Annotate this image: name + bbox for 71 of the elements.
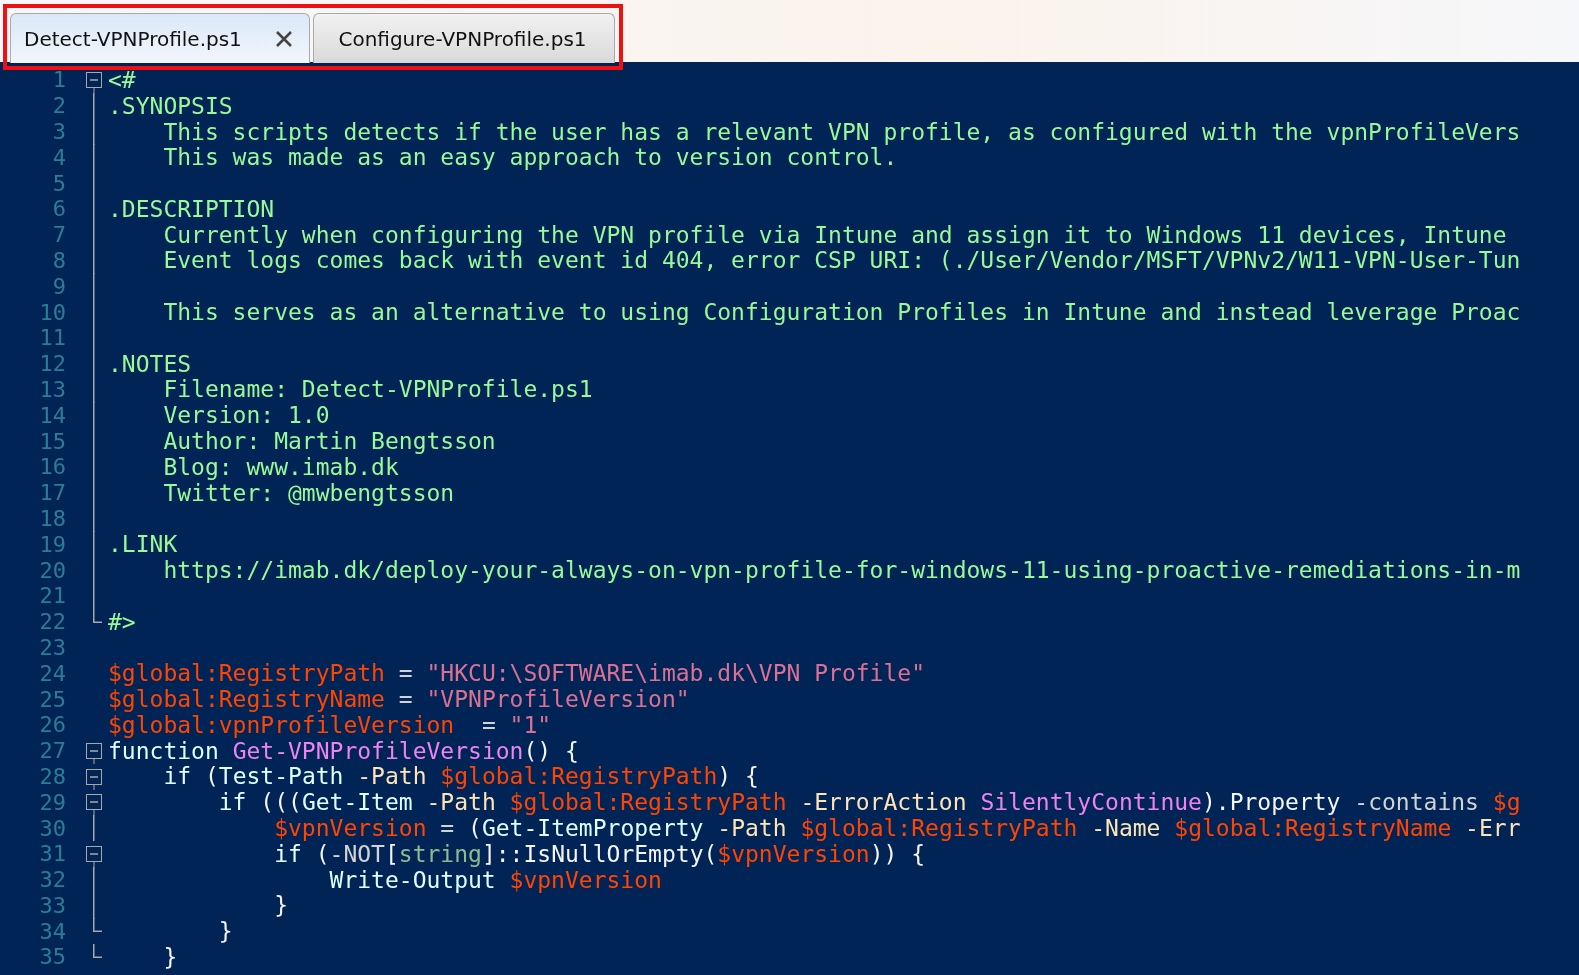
code-line: Event logs comes back with event id 404, error CSP URI: (./User/Vendor/MSFT/VPNv2/W11-VPN-User-Tun bbox=[162, 247, 1521, 274]
line-number: 21 bbox=[38, 583, 66, 609]
code-line: #> bbox=[108, 608, 136, 635]
code-line: if (((Get-Item -Path $global:RegistryPath -ErrorAction SilentlyContinue).Property -contains $g bbox=[217, 789, 1521, 816]
line-number: 11 bbox=[38, 325, 66, 351]
line-number: 3 bbox=[51, 119, 66, 144]
code-line: if (Test-Path -Path $global:RegistryPath) { bbox=[162, 763, 759, 790]
line-number: 6 bbox=[51, 196, 66, 222]
code-line: } bbox=[273, 892, 288, 919]
line-number: 25 bbox=[38, 686, 66, 712]
line-number: 16 bbox=[38, 454, 66, 480]
line-number: 26 bbox=[38, 712, 66, 738]
line-number: 29 bbox=[38, 789, 66, 815]
code-line: This scripts detects if the user has a relevant VPN profile, as configured with the vpnProfileVers bbox=[162, 118, 1521, 145]
code-line: <# bbox=[108, 66, 136, 93]
line-number: 32 bbox=[38, 867, 66, 893]
code-line: function Get-VPNProfileVersion() { bbox=[108, 737, 579, 764]
line-number: 5 bbox=[51, 170, 66, 196]
fold-end-line bbox=[93, 918, 102, 933]
file-tab[interactable]: Configure-VPNProfile.ps1 bbox=[313, 13, 615, 63]
line-number: 17 bbox=[38, 480, 66, 506]
code-line: .SYNOPSIS bbox=[108, 92, 233, 119]
line-number: 23 bbox=[38, 634, 66, 660]
code-line: $global:RegistryName = "VPNProfileVersion" bbox=[108, 686, 690, 713]
code-line: } bbox=[217, 918, 233, 945]
line-number: 27 bbox=[38, 738, 66, 764]
code-line: This serves as an alternative to using Configuration Profiles in Intune and instead leverage Proac bbox=[162, 299, 1521, 326]
line-number: 33 bbox=[38, 892, 66, 918]
code-line: if (-NOT[string]::IsNullOrEmpty($vpnVersion)) { bbox=[273, 840, 926, 867]
code-line: .DESCRIPTION bbox=[108, 195, 275, 222]
line-number: 18 bbox=[38, 505, 66, 531]
line-number: 14 bbox=[38, 402, 66, 428]
close-icon[interactable] bbox=[275, 29, 293, 48]
code-line: Author: Martin Bengtsson bbox=[162, 428, 496, 455]
code-line: .LINK bbox=[108, 531, 178, 558]
code-line: Filename: Detect-VPNProfile.ps1 bbox=[162, 376, 593, 403]
code-line: $vpnVersion = (Get-ItemProperty -Path $global:RegistryPath -Name $global:RegistryName -Err bbox=[273, 815, 1521, 841]
line-number: 28 bbox=[38, 763, 66, 789]
code-line: $global:RegistryPath = "HKCU:\SOFTWARE\imab.dk\VPN Profile" bbox=[108, 660, 925, 687]
code-line: .NOTES bbox=[108, 350, 192, 377]
line-number: 24 bbox=[38, 660, 66, 686]
fold-line bbox=[93, 815, 95, 842]
line-number: 10 bbox=[38, 299, 66, 325]
line-number: 2 bbox=[51, 93, 66, 119]
fold-end-line bbox=[93, 608, 102, 623]
line-number: 22 bbox=[38, 609, 66, 635]
code-line: $global:vpnProfileVersion = "1" bbox=[108, 711, 552, 738]
line-number: 19 bbox=[38, 531, 66, 557]
code-line: Currently when configuring the VPN profile via Intune and assign it to Windows 11 devices, Intune bbox=[162, 221, 1507, 248]
line-number: 4 bbox=[51, 144, 66, 170]
line-number: 9 bbox=[51, 273, 66, 299]
code-line: Blog: www.imab.dk bbox=[162, 453, 399, 480]
file-tab[interactable]: Detect-VPNProfile.ps1 bbox=[10, 13, 310, 63]
code-line: Twitter: @mwbengtsson bbox=[162, 479, 455, 506]
fold-end-line bbox=[93, 944, 102, 959]
line-number: 13 bbox=[38, 376, 66, 402]
line-number: 31 bbox=[38, 841, 66, 867]
line-number: 7 bbox=[51, 222, 66, 248]
line-number: 35 bbox=[38, 944, 66, 970]
code-line: https://imab.dk/deploy-your-always-on-vpn-profile-for-windows-11-using-proactive-remediations-in-m bbox=[162, 557, 1521, 584]
line-number: 8 bbox=[51, 247, 66, 273]
line-number: 34 bbox=[38, 918, 66, 944]
line-number: 12 bbox=[38, 351, 66, 377]
code-line: } bbox=[162, 944, 178, 970]
line-number: 20 bbox=[38, 557, 66, 583]
line-number: 15 bbox=[38, 428, 66, 454]
line-number: 1 bbox=[51, 67, 66, 93]
code-line: Write-Output $vpnVersion bbox=[328, 866, 662, 893]
line-number: 30 bbox=[38, 815, 66, 841]
code-line: Version: 1.0 bbox=[162, 402, 330, 429]
code-line: This was made as an easy approach to version control. bbox=[162, 144, 898, 171]
